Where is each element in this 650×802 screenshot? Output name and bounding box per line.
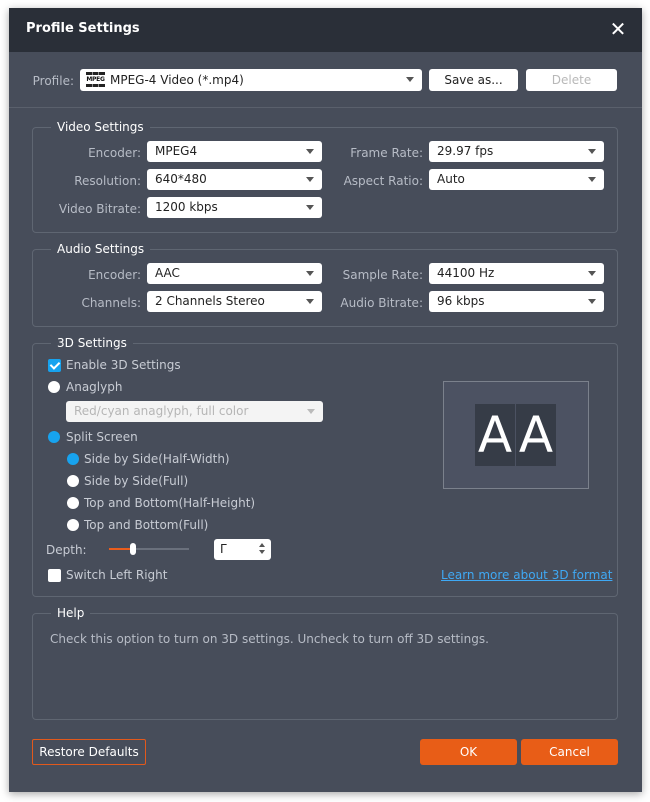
chevron-down-icon (588, 177, 596, 182)
audio-bitrate-select[interactable]: 96 kbps (429, 291, 604, 312)
spin-arrows-icon[interactable] (259, 543, 266, 556)
profile-select[interactable]: MPEG MPEG-4 Video (*.mp4) (80, 69, 422, 91)
audio-settings-title: Audio Settings (51, 242, 151, 256)
restore-defaults-button[interactable]: Restore Defaults (32, 739, 146, 765)
audio-bitrate-label: Audio Bitrate: (340, 296, 423, 310)
top-bottom-full-radio[interactable] (67, 519, 79, 531)
channels-label: Channels: (81, 296, 141, 310)
frame-rate-label: Frame Rate: (350, 146, 423, 160)
title-bar: Profile Settings ✕ (9, 8, 642, 52)
help-text: Check this option to turn on 3D settings… (50, 632, 489, 646)
side-by-side-half-label: Side by Side(Half-Width) (84, 452, 230, 466)
video-bitrate-select[interactable]: 1200 kbps (147, 197, 322, 218)
sample-rate-value: 44100 Hz (437, 266, 495, 280)
chevron-down-icon (307, 409, 315, 414)
audio-settings-group: Audio Settings (32, 242, 618, 327)
side-by-side-full-radio[interactable] (67, 475, 79, 487)
top-bottom-half-radio[interactable] (67, 497, 79, 509)
video-encoder-label: Encoder: (88, 146, 141, 160)
dialog-title: Profile Settings (26, 21, 140, 36)
mpeg-icon: MPEG (86, 72, 105, 87)
sample-rate-label: Sample Rate: (342, 268, 423, 282)
resolution-value: 640*480 (155, 172, 207, 186)
help-title: Help (51, 606, 91, 620)
chevron-down-icon (406, 77, 414, 82)
depth-spinbox[interactable]: Γ (214, 539, 271, 560)
chevron-down-icon (306, 149, 314, 154)
depth-value: Γ (220, 542, 227, 556)
video-settings-title: Video Settings (51, 120, 150, 134)
chevron-down-icon (306, 177, 314, 182)
resolution-label: Resolution: (74, 174, 141, 188)
top-bottom-half-label: Top and Bottom(Half-Height) (84, 496, 256, 510)
split-screen-radio[interactable] (48, 431, 60, 443)
chevron-down-icon (306, 299, 314, 304)
anaglyph-select[interactable]: Red/cyan anaglyph, full color (66, 401, 323, 422)
depth-label: Depth: (46, 543, 87, 557)
enable-3d-label: Enable 3D Settings (66, 358, 181, 372)
video-bitrate-value: 1200 kbps (155, 200, 218, 214)
preview-right-glyph: A (516, 404, 556, 466)
audio-encoder-label: Encoder: (88, 268, 141, 282)
audio-bitrate-value: 96 kbps (437, 294, 485, 308)
profile-value: MPEG-4 Video (*.mp4) (110, 73, 244, 87)
channels-value: 2 Channels Stereo (155, 294, 265, 308)
3d-settings-title: 3D Settings (51, 336, 133, 350)
anaglyph-value: Red/cyan anaglyph, full color (74, 404, 249, 418)
enable-3d-checkbox[interactable] (48, 359, 61, 372)
preview-left-glyph: A (475, 404, 515, 466)
chevron-down-icon (588, 271, 596, 276)
delete-button[interactable]: Delete (526, 69, 617, 91)
frame-rate-value: 29.97 fps (437, 144, 494, 158)
audio-encoder-select[interactable]: AAC (147, 263, 322, 284)
ok-button[interactable]: OK (420, 739, 517, 765)
aspect-ratio-label: Aspect Ratio: (343, 174, 423, 188)
channels-select[interactable]: 2 Channels Stereo (147, 291, 322, 312)
aspect-ratio-value: Auto (437, 172, 465, 186)
switch-left-right-label: Switch Left Right (66, 568, 168, 582)
chevron-down-icon (588, 149, 596, 154)
video-encoder-select[interactable]: MPEG4 (147, 141, 322, 162)
split-screen-label: Split Screen (66, 430, 138, 444)
video-encoder-value: MPEG4 (155, 144, 198, 158)
3d-preview: A A (443, 381, 589, 489)
cancel-button[interactable]: Cancel (521, 739, 618, 765)
anaglyph-radio[interactable] (48, 381, 60, 393)
sample-rate-select[interactable]: 44100 Hz (429, 263, 604, 284)
depth-slider-thumb[interactable] (130, 543, 136, 555)
profile-settings-dialog: Profile Settings ✕ Profile: MPEG MPEG-4 … (9, 8, 642, 792)
help-group: Help (32, 606, 618, 720)
resolution-select[interactable]: 640*480 (147, 169, 322, 190)
frame-rate-select[interactable]: 29.97 fps (429, 141, 604, 162)
divider (9, 107, 642, 108)
profile-label: Profile: (32, 74, 74, 88)
aspect-ratio-select[interactable]: Auto (429, 169, 604, 190)
video-bitrate-label: Video Bitrate: (58, 202, 141, 216)
top-bottom-full-label: Top and Bottom(Full) (84, 518, 209, 532)
anaglyph-label: Anaglyph (66, 380, 123, 394)
chevron-down-icon (588, 299, 596, 304)
learn-more-3d-link[interactable]: Learn more about 3D format (441, 568, 612, 582)
close-icon[interactable]: ✕ (608, 18, 628, 40)
side-by-side-full-label: Side by Side(Full) (84, 474, 189, 488)
chevron-down-icon (306, 271, 314, 276)
save-as-button[interactable]: Save as... (429, 69, 518, 91)
audio-encoder-value: AAC (155, 266, 180, 280)
side-by-side-half-radio[interactable] (67, 453, 79, 465)
chevron-down-icon (306, 205, 314, 210)
switch-left-right-checkbox[interactable] (48, 569, 61, 582)
